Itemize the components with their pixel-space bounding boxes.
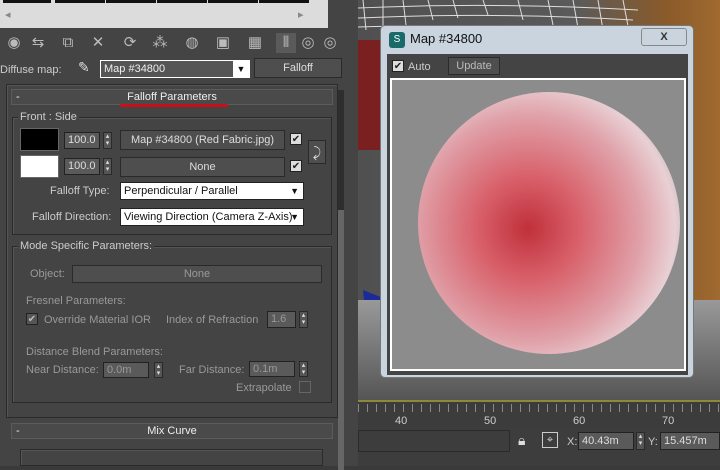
falloff-rollout-header[interactable]: - Falloff Parameters	[11, 89, 333, 105]
falloff-type-select[interactable]: Perpendicular / Parallel ▼	[120, 182, 304, 200]
near-distance-label: Near Distance:	[26, 364, 99, 376]
material-id-icon[interactable]: ▣	[213, 33, 233, 53]
go-to-parent-icon[interactable]: ◎	[298, 33, 318, 53]
ruler-tick-label: 60	[573, 415, 586, 427]
swap-icon[interactable]: ⤸	[308, 140, 326, 164]
far-distance-label: Far Distance:	[179, 364, 245, 376]
front-amount-spinner[interactable]: ▴ ▾	[103, 132, 112, 149]
sample-slots: ◂ ▸	[0, 0, 358, 28]
falloff-type-value: Perpendicular / Parallel	[124, 185, 238, 197]
make-unique-icon[interactable]: ⁂	[150, 33, 170, 53]
lock-icon[interactable]: 🔒︎	[518, 432, 525, 449]
side-map-button[interactable]: None	[120, 157, 285, 177]
copy-material-icon[interactable]: ⟳	[120, 33, 140, 53]
ior-label: Index of Refraction	[166, 314, 259, 326]
side-amount-spinner[interactable]: ▴ ▾	[103, 158, 112, 175]
rollout-title: Falloff Parameters	[127, 91, 217, 103]
near-distance-spinner[interactable]: ▴ ▾	[154, 362, 163, 378]
put-to-library-icon[interactable]: ◍	[182, 33, 202, 53]
map-render-area	[390, 78, 686, 371]
chevron-down-icon[interactable]: ▼	[233, 61, 249, 77]
mix-curve-rollout-header[interactable]: - Mix Curve	[11, 423, 333, 439]
absolute-mode-icon[interactable]: ⌖	[542, 432, 558, 448]
mode-specific-label: Mode Specific Parameters:	[18, 240, 155, 252]
app-icon: S	[389, 32, 405, 48]
scroll-left-icon[interactable]: ◂	[5, 8, 11, 21]
material-editor-panel: ◂ ▸ ◉ ⇆ ⧉ ✕ ⟳ ⁂ ◍ ▣ ▦ ⫴ ◎ ◎ Diffuse map:…	[0, 0, 358, 470]
put-to-scene-icon[interactable]: ⇆	[28, 33, 48, 53]
eyedropper-icon[interactable]: ✎	[78, 59, 90, 76]
status-bar: 🔒︎ ⌖ X: 40.43m ▴ ▾ Y: 15.457m	[358, 428, 720, 466]
time-ruler[interactable]: 40 50 60 70	[358, 400, 720, 428]
update-button[interactable]: Update	[448, 57, 500, 75]
fabric-sphere-preview	[418, 92, 680, 354]
object-pick-button[interactable]: None	[72, 265, 322, 283]
go-forward-icon[interactable]: ◎	[320, 33, 340, 53]
front-map-button[interactable]: Map #34800 (Red Fabric.jpg)	[120, 130, 285, 150]
chevron-down-icon: ▼	[290, 212, 299, 222]
front-color-swatch[interactable]	[20, 128, 59, 151]
distance-blend-label: Distance Blend Parameters:	[26, 346, 163, 358]
falloff-direction-select[interactable]: Viewing Direction (Camera Z-Axis) ▼	[120, 208, 304, 226]
front-amount-input[interactable]: 100.0	[64, 132, 100, 149]
front-side-label: Front : Side	[18, 111, 79, 123]
auto-checkbox[interactable]: ✔	[392, 60, 404, 72]
chevron-down-icon: ▼	[290, 186, 299, 196]
window-title: Map #34800	[410, 31, 483, 46]
y-label: Y:	[648, 436, 658, 448]
show-map-icon[interactable]: ▦	[245, 33, 265, 53]
x-coordinate-input[interactable]: 40.43m	[578, 432, 634, 450]
ruler-tick-label: 50	[484, 415, 497, 427]
ior-spinner[interactable]: ▴ ▾	[299, 311, 308, 328]
close-button[interactable]: X	[641, 28, 687, 46]
rollout-title: Mix Curve	[147, 425, 197, 437]
reset-icon[interactable]: ✕	[88, 33, 108, 53]
extrapolate-label: Extrapolate	[236, 382, 292, 394]
override-ior-label: Override Material IOR	[44, 314, 151, 326]
side-map-checkbox[interactable]: ✔	[290, 160, 302, 172]
map-type-button[interactable]: Falloff	[254, 58, 342, 78]
collapse-icon[interactable]: -	[16, 424, 20, 438]
ior-input[interactable]: 1.6	[267, 311, 296, 328]
extrapolate-checkbox[interactable]	[299, 381, 311, 393]
x-spinner[interactable]: ▴ ▾	[636, 432, 645, 450]
options-icon[interactable]	[328, 0, 358, 28]
far-distance-spinner[interactable]: ▴ ▾	[299, 361, 308, 377]
prompt-area	[358, 430, 510, 452]
red-underline	[120, 104, 228, 107]
auto-label: Auto	[408, 61, 431, 73]
y-coordinate-input[interactable]: 15.457m	[660, 432, 720, 450]
side-amount-input[interactable]: 100.0	[64, 158, 100, 175]
assign-material-icon[interactable]: ⧉	[58, 33, 78, 53]
falloff-direction-label: Falloff Direction:	[32, 211, 112, 223]
x-label: X:	[567, 436, 578, 448]
fresnel-label: Fresnel Parameters:	[26, 295, 126, 307]
ruler-tick-label: 70	[662, 415, 675, 427]
ruler-tick-label: 40	[395, 415, 408, 427]
override-ior-checkbox[interactable]: ✔	[26, 313, 38, 325]
scrollbar[interactable]	[338, 90, 344, 470]
near-distance-input[interactable]: 0.0m	[103, 362, 149, 378]
side-color-swatch[interactable]	[20, 155, 59, 178]
far-distance-input[interactable]: 0.1m	[249, 361, 295, 377]
map-name-value: Map #34800	[104, 63, 166, 75]
scroll-right-icon[interactable]: ▸	[298, 8, 304, 21]
map-preview-window: S Map #34800 X ✔ Auto Update	[380, 25, 694, 378]
mix-curve-toolbar	[20, 449, 323, 466]
object-label: Object:	[30, 268, 65, 280]
collapse-icon[interactable]: -	[16, 90, 20, 104]
map-name-input[interactable]: Map #34800 ▼	[100, 60, 250, 78]
diffuse-map-label: Diffuse map:	[0, 64, 62, 76]
front-map-checkbox[interactable]: ✔	[290, 133, 302, 145]
get-material-icon[interactable]: ◉	[4, 33, 24, 53]
falloff-direction-value: Viewing Direction (Camera Z-Axis)	[124, 211, 293, 223]
show-end-result-icon[interactable]: ⫴	[276, 33, 296, 53]
falloff-type-label: Falloff Type:	[50, 185, 110, 197]
toolbar: ◉ ⇆ ⧉ ✕ ⟳ ⁂ ◍ ▣ ▦ ⫴ ◎ ◎	[0, 30, 358, 56]
